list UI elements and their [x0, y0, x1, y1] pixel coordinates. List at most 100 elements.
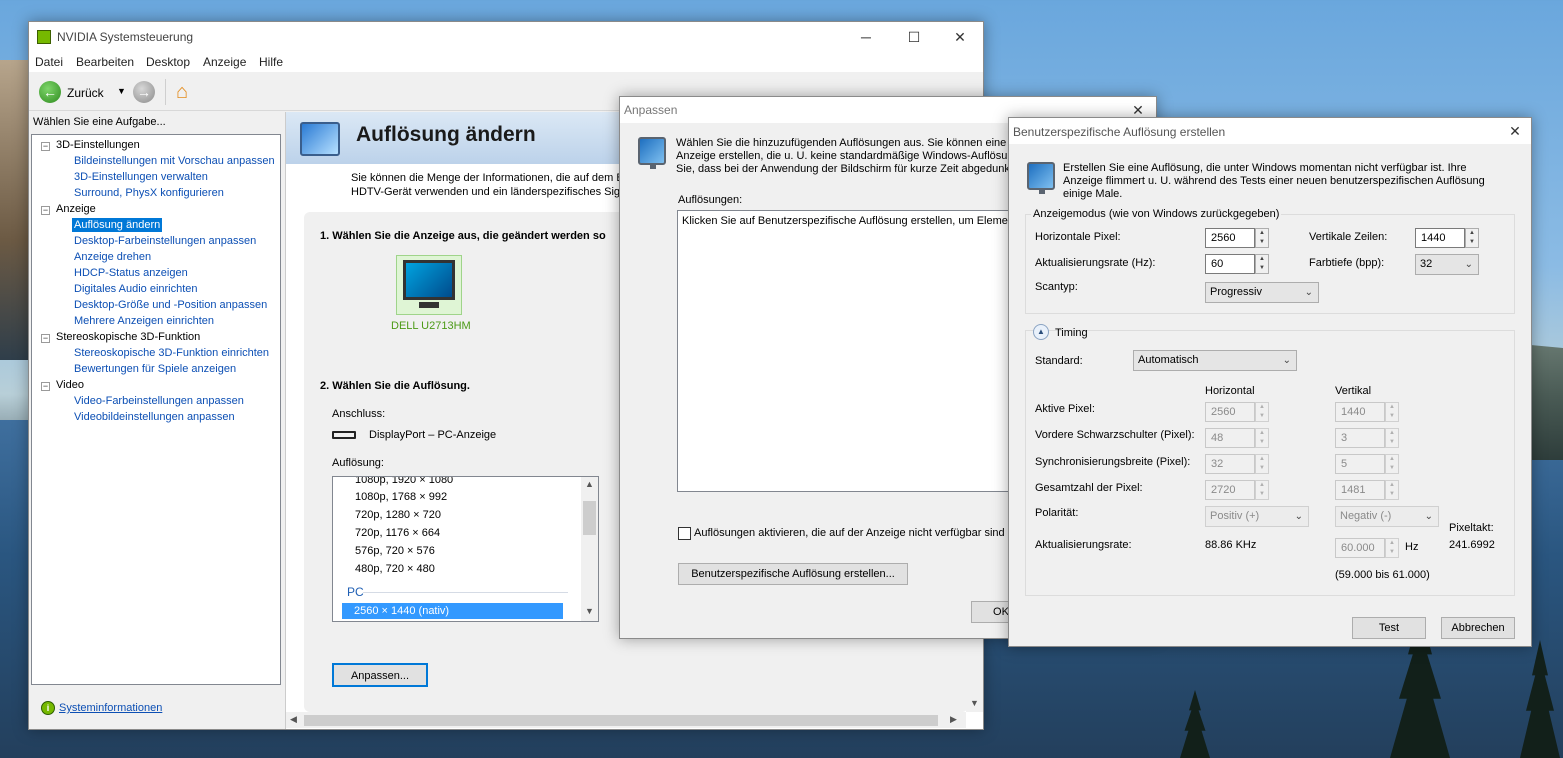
- polarity-v-select: Negativ (-) ⌄: [1335, 506, 1439, 527]
- customize-intro-2: Anzeige erstellen, die u. U. keine stand…: [676, 150, 1020, 162]
- resolution-item[interactable]: 720p, 1280 × 720: [355, 509, 441, 521]
- tree-item-display-4[interactable]: Digitales Audio einrichten: [74, 283, 198, 295]
- menu-datei[interactable]: Datei: [35, 55, 63, 69]
- system-info-link[interactable]: Systeminformationen: [59, 702, 162, 714]
- scan-select[interactable]: Progressiv ⌄: [1205, 282, 1319, 303]
- menu-bearbeiten[interactable]: Bearbeiten: [76, 55, 134, 69]
- scroll-right-icon[interactable]: ▶: [950, 714, 957, 725]
- refresh-input[interactable]: 60: [1205, 254, 1255, 274]
- tree-item-display-3[interactable]: HDCP-Status anzeigen: [74, 267, 188, 279]
- menu-desktop[interactable]: Desktop: [146, 55, 190, 69]
- tree-item-video-0[interactable]: Video-Farbeinstellungen anpassen: [74, 395, 244, 407]
- list-scrollbar[interactable]: [581, 477, 598, 621]
- resolution-item[interactable]: 576p, 720 × 576: [355, 545, 435, 557]
- maximize-icon[interactable]: ☐: [891, 22, 937, 52]
- expand-video-icon[interactable]: −: [41, 382, 50, 391]
- tree-item-stereo-0[interactable]: Stereoskopische 3D-Funktion einrichten: [74, 347, 269, 359]
- menu-anzeige[interactable]: Anzeige: [203, 55, 246, 69]
- main-window-title: NVIDIA Systemsteuerung: [57, 30, 194, 44]
- h-pixels-input[interactable]: 2560: [1205, 228, 1255, 248]
- chevron-down-icon: ⌄: [1424, 511, 1433, 522]
- depth-select[interactable]: 32 ⌄: [1415, 254, 1479, 275]
- monitor-tile[interactable]: [396, 255, 462, 315]
- h-pixels-label: Horizontale Pixel:: [1035, 231, 1121, 243]
- v-lines-stepper[interactable]: ▲ ▼: [1465, 228, 1479, 248]
- step-2-heading: 2. Wählen Sie die Auflösung.: [320, 380, 470, 392]
- scroll-thumb[interactable]: [583, 501, 596, 535]
- back-arrow-icon[interactable]: ←: [39, 81, 61, 103]
- expand-stereo-icon[interactable]: −: [41, 334, 50, 343]
- resolution-item[interactable]: 1080p, 1920 × 1080: [355, 477, 453, 486]
- tree-item-display-2[interactable]: Anzeige drehen: [74, 251, 151, 263]
- tree-cat-display[interactable]: Anzeige: [56, 203, 96, 215]
- refresh-stepper[interactable]: ▲ ▼: [1255, 254, 1269, 274]
- polarity-h-value: Positiv (+): [1210, 510, 1260, 522]
- front-h-stepper: ▲ ▼: [1255, 428, 1269, 448]
- tree-item-display-5[interactable]: Desktop-Größe und -Position anpassen: [74, 299, 267, 311]
- refresh-rate-label: Aktualisierungsrate:: [1035, 539, 1132, 551]
- monitor-icon: [403, 260, 455, 300]
- pixel-clock-value: 241.6992: [1449, 539, 1495, 551]
- connection-label: Anschluss:: [332, 408, 386, 420]
- resolution-item-selected[interactable]: 2560 × 1440 (nativ): [342, 603, 563, 619]
- custom-resolution-list[interactable]: Klicken Sie auf Benutzerspezifische Aufl…: [677, 210, 1023, 492]
- test-button[interactable]: Test: [1352, 617, 1426, 639]
- standard-label: Standard:: [1035, 355, 1083, 367]
- enable-unavailable-label[interactable]: Auflösungen aktivieren, die auf der Anze…: [694, 527, 1005, 539]
- standard-select[interactable]: Automatisch ⌄: [1133, 350, 1297, 371]
- tree-item-3d-0[interactable]: Bildeinstellungen mit Vorschau anpassen: [74, 155, 275, 167]
- menu-hilfe[interactable]: Hilfe: [259, 55, 283, 69]
- total-v-input: 1481: [1335, 480, 1385, 500]
- back-label[interactable]: Zurück: [67, 86, 104, 100]
- tree-cat-3d[interactable]: 3D-Einstellungen: [56, 139, 140, 151]
- active-v-input: 1440: [1335, 402, 1385, 422]
- tree-item-3d-1[interactable]: 3D-Einstellungen verwalten: [74, 171, 208, 183]
- scan-value: Progressiv: [1210, 286, 1262, 298]
- scroll-down-icon[interactable]: ▼: [970, 698, 979, 708]
- resolution-label: Auflösung:: [332, 457, 384, 469]
- customize-button[interactable]: Anpassen...: [332, 663, 428, 687]
- refresh-rate-v-input: 60.000: [1335, 538, 1385, 558]
- scroll-up-icon[interactable]: ▲: [585, 479, 594, 489]
- back-dropdown-icon[interactable]: ▼: [117, 86, 126, 96]
- tree-item-display-6[interactable]: Mehrere Anzeigen einrichten: [74, 315, 214, 327]
- display-mode-label: Anzeigemodus (wie von Windows zurückgege…: [1031, 208, 1282, 220]
- chevron-down-icon: ⌄: [1464, 259, 1473, 270]
- cancel-button[interactable]: Abbrechen: [1441, 617, 1515, 639]
- resolution-item[interactable]: 1080p, 1768 × 992: [355, 491, 447, 503]
- h-pixels-stepper[interactable]: ▲ ▼: [1255, 228, 1269, 248]
- chevron-down-icon: ⌄: [1304, 287, 1313, 298]
- tree-item-3d-2[interactable]: Surround, PhysX konfigurieren: [74, 187, 224, 199]
- active-label: Aktive Pixel:: [1035, 403, 1095, 415]
- intro-text-2: HDTV-Gerät verwenden und ein länderspezi…: [351, 186, 633, 198]
- enable-unavailable-checkbox[interactable]: [678, 527, 691, 540]
- monitor-icon: [638, 137, 666, 169]
- collapse-timing-icon[interactable]: ▲: [1033, 324, 1049, 340]
- custom-intro-1: Erstellen Sie eine Auflösung, die unter …: [1063, 162, 1467, 174]
- expand-3d-icon[interactable]: −: [41, 142, 50, 151]
- tree-cat-video[interactable]: Video: [56, 379, 84, 391]
- minimize-icon[interactable]: ─: [843, 22, 889, 52]
- tree-cat-stereo[interactable]: Stereoskopische 3D-Funktion: [56, 331, 200, 343]
- resolution-list[interactable]: 1080p, 1920 × 1080 1080p, 1768 × 992 720…: [332, 476, 599, 622]
- active-v-stepper: ▲ ▼: [1385, 402, 1399, 422]
- task-prompt: Wählen Sie eine Aufgabe...: [33, 116, 166, 128]
- create-custom-resolution-button[interactable]: Benutzerspezifische Auflösung erstellen.…: [678, 563, 908, 585]
- tree-item-stereo-1[interactable]: Bewertungen für Spiele anzeigen: [74, 363, 236, 375]
- tree-item-display-1[interactable]: Desktop-Farbeinstellungen anpassen: [74, 235, 256, 247]
- tree-item-display-0-selected[interactable]: Auflösung ändern: [72, 218, 163, 232]
- forward-arrow-icon[interactable]: →: [133, 81, 155, 103]
- scroll-left-icon[interactable]: ◀: [290, 714, 297, 725]
- expand-display-icon[interactable]: −: [41, 206, 50, 215]
- close-icon[interactable]: ✕: [937, 22, 983, 52]
- scroll-down-icon[interactable]: ▼: [585, 606, 594, 616]
- sync-v-input: 5: [1335, 454, 1385, 474]
- v-lines-input[interactable]: 1440: [1415, 228, 1465, 248]
- home-icon[interactable]: ⌂: [176, 80, 200, 104]
- close-icon[interactable]: ✕: [1499, 118, 1531, 144]
- resolution-item[interactable]: 720p, 1176 × 664: [355, 527, 440, 539]
- scroll-thumb[interactable]: [304, 715, 938, 726]
- tree-item-video-1[interactable]: Videobildeinstellungen anpassen: [74, 411, 235, 423]
- resolution-item[interactable]: 480p, 720 × 480: [355, 563, 435, 575]
- sync-h-input: 32: [1205, 454, 1255, 474]
